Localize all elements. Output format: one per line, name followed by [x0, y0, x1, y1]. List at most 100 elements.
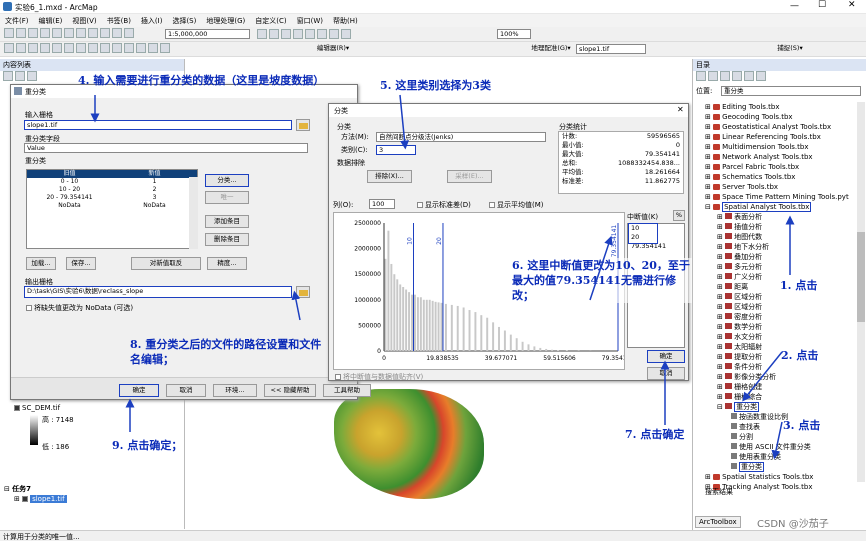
sampling-button[interactable]: 采样(E)... [447, 170, 492, 183]
copy-icon[interactable] [64, 28, 74, 38]
layer-visibility-checkbox[interactable] [14, 405, 20, 411]
exclusion-button[interactable]: 排除(X)... [367, 170, 412, 183]
model-builder-icon[interactable] [329, 29, 339, 39]
menu-item[interactable]: 自定义(C) [250, 14, 291, 28]
expand-icon[interactable]: ⊞ [705, 103, 713, 111]
browse-input-button[interactable] [296, 119, 310, 131]
expand-icon[interactable]: ⊞ [705, 193, 713, 201]
close-button[interactable]: ✕ [848, 0, 856, 10]
expand-icon[interactable]: ⊞ [717, 293, 725, 301]
georeferencing-menu[interactable]: 地理配准(G)▾ [528, 43, 574, 55]
catalog-scrollbar[interactable] [857, 102, 865, 482]
tool-help-button[interactable]: 工具帮助 [323, 384, 371, 397]
expand-icon[interactable]: ⊞ [717, 213, 725, 221]
toolbox-item[interactable]: ⊞ Network Analyst Tools.tbx [705, 152, 855, 162]
expand-icon[interactable]: ⊞ [717, 303, 725, 311]
expand-icon[interactable]: ⊞ [717, 273, 725, 281]
toolset-item[interactable]: ⊞ 条件分析 [705, 362, 855, 372]
toolbox-item[interactable]: ⊞ Spatial Statistics Tools.tbx [705, 472, 855, 482]
menu-item[interactable]: 帮助(H) [328, 14, 363, 28]
select-features-icon[interactable] [100, 43, 110, 53]
method-select[interactable]: 自然间断点分级法(Jenks) [376, 132, 546, 142]
layer-visibility-checkbox[interactable] [22, 496, 28, 502]
toolset-item[interactable]: ⊞ 插值分析 [705, 222, 855, 232]
expand-icon[interactable]: ⊟ [705, 203, 713, 211]
open-icon[interactable] [16, 28, 26, 38]
table-row[interactable]: 20 - 79.3541413 [27, 194, 197, 202]
new-value-cell[interactable]: 2 [112, 186, 197, 194]
expand-icon[interactable]: ⊞ [717, 373, 725, 381]
toolbox-item[interactable]: ⊞ Editing Tools.tbx [705, 102, 855, 112]
percent-button[interactable]: % [673, 210, 685, 221]
menu-item[interactable]: 书签(B) [102, 14, 136, 28]
expand-icon[interactable]: ⊞ [705, 163, 713, 171]
search-results-tab[interactable]: 搜索结果 [705, 487, 733, 497]
expand-icon[interactable]: ⊞ [705, 153, 713, 161]
toolset-item[interactable]: ⊞ 多元分析 [705, 262, 855, 272]
undo-icon[interactable] [100, 28, 110, 38]
close-icon[interactable]: ✕ [677, 105, 684, 114]
expand-icon[interactable]: ⊞ [705, 183, 713, 191]
reverse-new-values-button[interactable]: 对新值取反 [131, 257, 201, 270]
layer-select[interactable]: slope1.tif [576, 44, 646, 54]
menu-item[interactable]: 视图(V) [67, 14, 101, 28]
options-icon[interactable] [756, 71, 766, 81]
table-row[interactable]: NoDataNoData [27, 202, 197, 210]
show-std-checkbox[interactable] [417, 202, 423, 208]
tool-item[interactable]: 使用 ASCII 文件重分类 [705, 442, 855, 452]
toolset-item[interactable]: ⊞ 区域分析 [705, 302, 855, 312]
old-value-cell[interactable]: 10 - 20 [27, 186, 112, 194]
zoom-out-icon[interactable] [16, 43, 26, 53]
expand-icon[interactable]: ⊞ [717, 263, 725, 271]
expand-icon[interactable]: ⊞ [717, 243, 725, 251]
menu-item[interactable]: 地理处理(G) [201, 14, 250, 28]
columns-input[interactable]: 100 [369, 199, 395, 209]
expand-icon[interactable]: ⊞ [705, 173, 713, 181]
input-raster-select[interactable]: slope1.tif [24, 120, 292, 130]
new-icon[interactable] [4, 28, 14, 38]
catalog-icon[interactable] [281, 29, 291, 39]
find-icon[interactable] [148, 43, 158, 53]
task-group[interactable]: ⊟ 任务7 [4, 484, 31, 494]
expand-icon[interactable]: ⊞ [717, 353, 725, 361]
help-icon[interactable] [341, 29, 351, 39]
classification-cancel-button[interactable]: 取消 [647, 367, 685, 380]
reclass-field-select[interactable]: Value [24, 143, 308, 153]
unique-button[interactable]: 唯一 [205, 191, 249, 204]
delete-entry-button[interactable]: 删除条目 [205, 233, 249, 246]
expand-icon[interactable]: ⊞ [717, 253, 725, 261]
nodata-option[interactable]: 将缺失值更改为 NoData (可选) [26, 303, 133, 313]
arctoolbox-tab[interactable]: ArcToolbox [695, 516, 741, 528]
tool-item[interactable]: 分割 [705, 432, 855, 442]
toolbox-item[interactable]: ⊞ Geocoding Tools.tbx [705, 112, 855, 122]
expand-icon[interactable]: ⊞ [717, 283, 725, 291]
delete-icon[interactable] [88, 28, 98, 38]
slope-layer[interactable]: ⊞ slope1.tif [14, 495, 67, 503]
tool-item[interactable]: 重分类 [705, 462, 855, 472]
toolset-item[interactable]: ⊞ 栅格综合 [705, 392, 855, 402]
cancel-button[interactable]: 取消 [166, 384, 206, 397]
expand-icon[interactable]: ⊞ [717, 383, 725, 391]
toolset-item[interactable]: ⊞ 水文分析 [705, 332, 855, 342]
collapse-icon[interactable]: ⊟ [4, 485, 12, 493]
expand-icon[interactable]: ⊞ [717, 323, 725, 331]
expand-icon[interactable]: ⊞ [717, 343, 725, 351]
up-icon[interactable] [708, 71, 718, 81]
list-by-source-icon[interactable] [15, 71, 25, 81]
toolset-item[interactable]: ⊞ 叠加分析 [705, 252, 855, 262]
menu-item[interactable]: 编辑(E) [34, 14, 68, 28]
reclass-table[interactable]: 旧值 新值 0 - 10110 - 20220 - 79.3541413NoDa… [26, 169, 198, 249]
arctoolbox-icon[interactable] [305, 29, 315, 39]
pan-icon[interactable] [28, 43, 38, 53]
show-mean-option[interactable]: 显示平均值(M) [489, 200, 544, 210]
zoom-in-icon[interactable] [4, 43, 14, 53]
reclass-table-scrollbar[interactable] [189, 177, 198, 249]
fixed-zoom-out-icon[interactable] [64, 43, 74, 53]
table-row[interactable]: 0 - 101 [27, 178, 197, 186]
classify-button[interactable]: 分类... [205, 174, 249, 187]
old-value-cell[interactable]: 0 - 10 [27, 178, 112, 186]
add-entry-button[interactable]: 添加条目 [205, 215, 249, 228]
old-value-cell[interactable]: NoData [27, 202, 112, 210]
add-data-icon[interactable] [124, 28, 134, 38]
load-button[interactable]: 加载... [26, 257, 56, 270]
